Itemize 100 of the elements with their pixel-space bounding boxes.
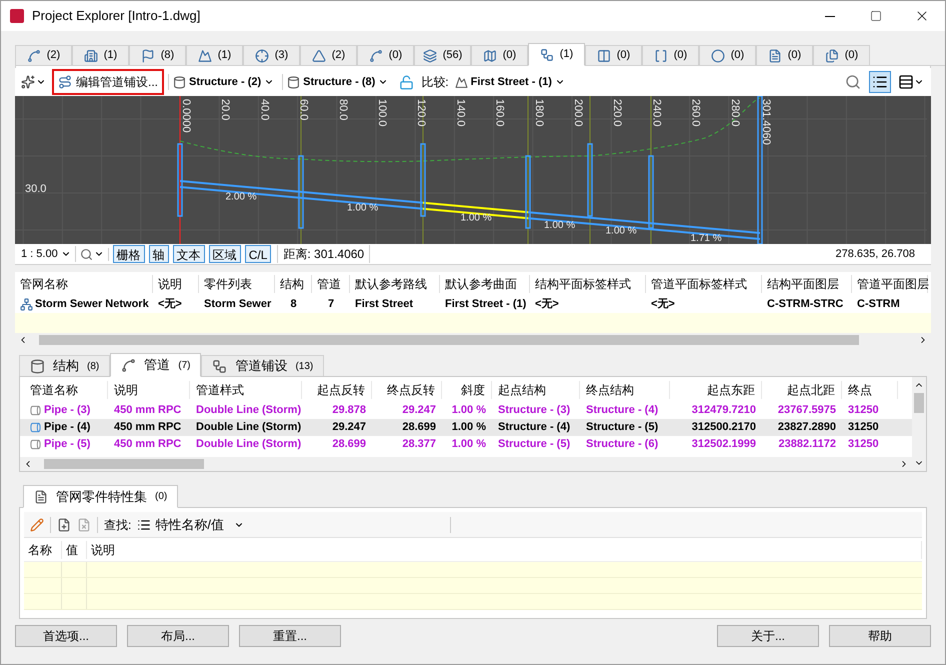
display-toggle[interactable]: 栅格 bbox=[112, 245, 145, 263]
cylinder-icon bbox=[30, 358, 45, 374]
column-header[interactable]: 起点结构 bbox=[492, 380, 580, 398]
station-label: 220.0 bbox=[611, 99, 624, 127]
station-label: 280.0 bbox=[728, 99, 741, 127]
object-tab[interactable]: (8) bbox=[129, 45, 186, 65]
station-label: 120.0 bbox=[415, 99, 428, 127]
find-dropdown[interactable]: 特性名称/值 bbox=[137, 514, 244, 534]
compare-dropdown[interactable]: First Street - (1) bbox=[452, 74, 567, 90]
dialog-button[interactable]: 布局... bbox=[127, 625, 229, 647]
column-header[interactable]: 斜度 bbox=[442, 380, 492, 398]
list-icon bbox=[137, 518, 152, 532]
column-header[interactable]: 默认参考曲面 bbox=[440, 275, 530, 293]
column-header[interactable]: 管网名称 bbox=[15, 275, 153, 293]
column-header[interactable]: 说明 bbox=[153, 275, 199, 293]
station-label: 20.0 bbox=[219, 99, 232, 120]
column-header[interactable]: 说明 bbox=[108, 380, 190, 398]
dialog-button[interactable]: 首选项... bbox=[15, 625, 117, 647]
object-tab[interactable]: (2) bbox=[300, 45, 357, 65]
column-header[interactable]: 起点北距 bbox=[762, 380, 842, 398]
vertical-scrollbar[interactable] bbox=[912, 377, 926, 471]
table-cell-text: 29.247 bbox=[401, 403, 437, 418]
column-header[interactable]: 结构平面标签样式 bbox=[530, 275, 646, 293]
dialog-button[interactable]: 关于... bbox=[717, 625, 819, 647]
scale-dropdown[interactable]: 1 : 5.00 bbox=[21, 246, 76, 262]
column-header[interactable]: 管道平面标签样式 bbox=[646, 275, 762, 293]
lock-icon[interactable] bbox=[399, 74, 414, 90]
object-tab[interactable]: (1) bbox=[186, 45, 243, 65]
object-tab[interactable]: (0) bbox=[813, 45, 870, 65]
structure-dropdown[interactable]: Structure - (2) bbox=[168, 74, 278, 90]
pipe-row[interactable]: Pipe - (5) 450 mm RPC Double Line (Storm) 28.699 28.377 1.00 % Structure - (5) Structure - (6) 312502.1999 23882.1172 31250 bbox=[20, 436, 912, 453]
compare-label: 比较: bbox=[421, 74, 449, 91]
object-tab[interactable]: (0) bbox=[357, 45, 414, 65]
object-tab[interactable]: (0) bbox=[756, 45, 813, 65]
detail-tab[interactable]: 结构 (8) bbox=[19, 355, 110, 376]
edit-icon[interactable] bbox=[30, 518, 44, 532]
list-view-button[interactable] bbox=[869, 71, 891, 93]
column-header[interactable]: 默认参考路线 bbox=[350, 275, 440, 293]
table-cell-text: 7 bbox=[326, 297, 336, 312]
horizontal-scrollbar[interactable] bbox=[20, 457, 912, 471]
delete-icon[interactable] bbox=[77, 518, 91, 532]
object-tab[interactable]: (2) bbox=[15, 45, 72, 65]
column-header[interactable]: 说明 bbox=[87, 540, 922, 558]
table-cell-text: C-STRM bbox=[856, 297, 901, 312]
table-cell-text: 28.699 bbox=[331, 437, 367, 452]
column-header[interactable]: 终点结构 bbox=[580, 380, 670, 398]
column-header[interactable]: 值 bbox=[62, 540, 87, 558]
table-cell-text: Structure - (5) bbox=[497, 437, 572, 452]
zoom-icon bbox=[80, 248, 93, 260]
object-tab[interactable]: (56) bbox=[414, 45, 471, 65]
table-cell-text: 29.247 bbox=[331, 420, 367, 436]
distance-readout: 距离: 301.4060 bbox=[277, 245, 370, 263]
column-header[interactable]: 管道名称 bbox=[24, 380, 108, 398]
pipe-row[interactable]: Pipe - (4) 450 mm RPC Double Line (Storm) 29.247 28.699 1.00 % Structure - (4) Structure - (5) 312500.2170 23827.2890 31250 bbox=[20, 419, 912, 436]
column-header[interactable]: 起点东距 bbox=[670, 380, 762, 398]
column-header[interactable]: 零件列表 bbox=[199, 275, 275, 293]
add-icon[interactable] bbox=[57, 518, 71, 532]
column-header[interactable]: 结构平面图层 bbox=[762, 275, 852, 293]
pipe-row[interactable]: Pipe - (3) 450 mm RPC Double Line (Storm) 29.878 29.247 1.00 % Structure - (3) Structure - (4) 312479.7210 23767.5975 31250 bbox=[20, 402, 912, 419]
structure-dropdown[interactable]: Structure - (8) bbox=[282, 74, 392, 90]
display-toggle[interactable]: 文本 bbox=[172, 245, 205, 263]
table-cell-text: First Street bbox=[354, 297, 414, 312]
column-header[interactable]: 起点反转 bbox=[302, 380, 372, 398]
object-tab[interactable]: (0) bbox=[585, 45, 642, 65]
display-toggle[interactable]: C/L bbox=[244, 245, 272, 263]
curve-icon bbox=[368, 48, 383, 62]
display-toggle[interactable]: 轴 bbox=[148, 245, 169, 263]
scroll-thumb[interactable] bbox=[914, 393, 924, 413]
layers-icon bbox=[422, 48, 437, 62]
column-header[interactable]: 管道 bbox=[312, 275, 350, 293]
object-tab[interactable]: (1) bbox=[528, 43, 585, 66]
search-icon[interactable] bbox=[845, 74, 861, 90]
detail-tab[interactable]: 管道 (7) bbox=[110, 353, 202, 377]
table-cell-text: 28.377 bbox=[401, 437, 437, 452]
column-header[interactable]: 管道平面图层 bbox=[852, 275, 928, 293]
object-tab[interactable]: (0) bbox=[642, 45, 699, 65]
object-tab[interactable]: (0) bbox=[699, 45, 756, 65]
route-icon bbox=[58, 75, 72, 89]
object-tab[interactable]: (0) bbox=[471, 45, 528, 65]
brackets-icon bbox=[654, 48, 668, 62]
object-tab[interactable]: (1) bbox=[72, 45, 129, 65]
column-header[interactable]: 管道样式 bbox=[190, 380, 302, 398]
display-toggle[interactable]: 区域 bbox=[208, 245, 241, 263]
edit-layout-button[interactable]: 编辑管道铺设... bbox=[52, 69, 164, 95]
dialog-button[interactable]: 帮助 bbox=[829, 625, 931, 647]
table-cell-text: 28.699 bbox=[401, 420, 437, 436]
zoom-dropdown[interactable] bbox=[80, 248, 109, 260]
cylinder-icon bbox=[287, 76, 300, 88]
column-header[interactable]: 终点 bbox=[842, 380, 898, 398]
dialog-button[interactable]: 重置... bbox=[239, 625, 341, 647]
property-set-tab[interactable]: 管网零件特性集 (0) bbox=[23, 485, 178, 508]
detail-tab[interactable]: 管道铺设 (13) bbox=[201, 355, 324, 376]
column-header[interactable]: 名称 bbox=[24, 540, 62, 558]
table-cell-text: 31250 bbox=[847, 437, 880, 452]
column-header[interactable]: 终点反转 bbox=[372, 380, 442, 398]
triangle-icon bbox=[312, 48, 326, 62]
app-icon bbox=[10, 9, 24, 23]
object-tab[interactable]: (3) bbox=[243, 45, 300, 65]
column-header[interactable]: 结构 bbox=[275, 275, 312, 293]
table-cell-text: <无> bbox=[650, 297, 676, 312]
